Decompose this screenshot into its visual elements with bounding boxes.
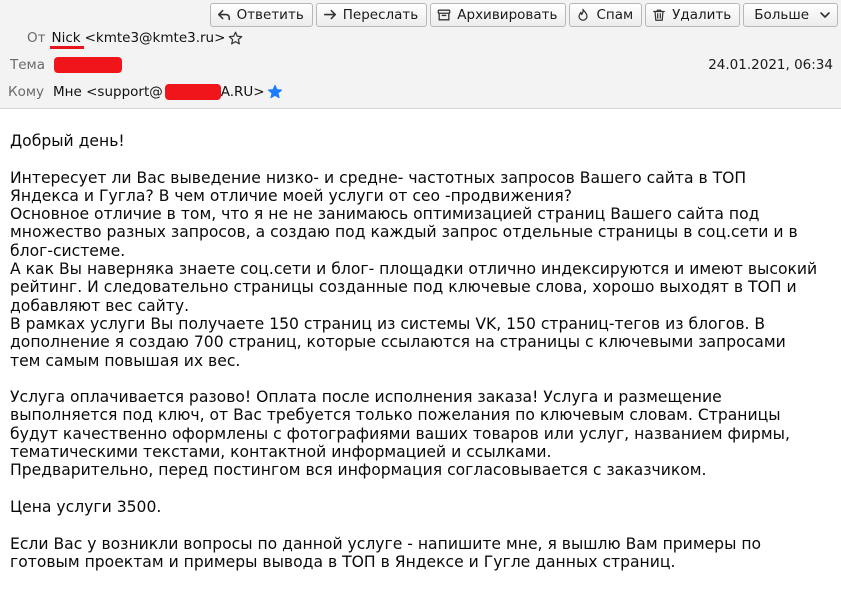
reply-icon — [217, 9, 230, 21]
archive-icon — [437, 9, 451, 21]
reply-button[interactable]: Ответить — [209, 3, 313, 27]
redacted-subject — [54, 57, 123, 73]
more-label: Больше — [754, 7, 809, 23]
from-label: От — [27, 30, 46, 46]
more-button[interactable]: Больше — [743, 3, 838, 27]
chevron-down-icon — [820, 12, 830, 18]
spam-button[interactable]: Спам — [569, 3, 643, 27]
flame-icon — [578, 8, 589, 21]
recipient-prefix[interactable]: Мне <support@ — [53, 84, 163, 100]
message-date: 24.01.2021, 06:34 — [708, 57, 833, 73]
delete-label: Удалить — [672, 7, 732, 23]
recipient-suffix[interactable]: A.RU> — [221, 84, 265, 100]
delete-button[interactable]: Удалить — [645, 3, 741, 27]
forward-button[interactable]: Переслать — [315, 3, 428, 27]
spam-label: Спам — [596, 7, 634, 23]
sender-name[interactable]: Nick — [49, 30, 84, 49]
archive-label: Архивировать — [457, 7, 558, 23]
subject-row: Тема — [10, 57, 123, 73]
reply-label: Ответить — [236, 7, 304, 23]
sender-email[interactable]: <kmte3@kmte3.ru> — [85, 30, 226, 46]
trash-icon — [653, 9, 666, 21]
message-body: Добрый день! Интересует ли Вас выведение… — [10, 132, 818, 571]
subject-label: Тема — [10, 57, 46, 73]
to-row: Кому Мне <support@ A.RU> — [8, 84, 283, 100]
archive-button[interactable]: Архивировать — [430, 3, 567, 27]
redacted-domain — [164, 84, 221, 100]
forward-label: Переслать — [342, 7, 419, 23]
star-outline-icon[interactable] — [228, 31, 243, 46]
message-header: Ответить Переслать Архивировать Спам Уда… — [0, 0, 841, 109]
from-row: От Nick <kmte3@kmte3.ru> — [27, 30, 243, 49]
star-filled-icon[interactable] — [267, 84, 283, 100]
to-label: Кому — [8, 84, 45, 100]
forward-icon — [323, 9, 336, 20]
message-toolbar: Ответить Переслать Архивировать Спам Уда… — [209, 3, 838, 27]
